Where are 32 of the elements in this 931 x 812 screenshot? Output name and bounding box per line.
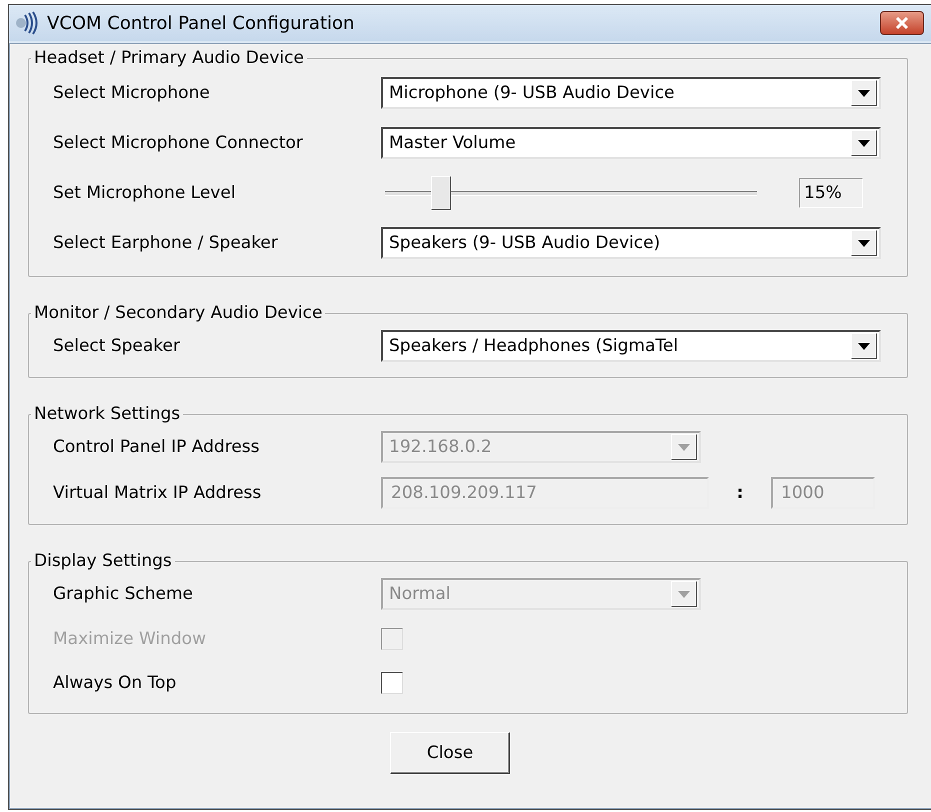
field-label: Control Panel IP Address [53, 437, 260, 457]
field-label: Select Microphone Connector [53, 133, 304, 153]
dropdown-arrow-icon [858, 140, 870, 146]
dropdown-arrow-icon [678, 590, 690, 598]
field-label: Graphic Scheme [53, 584, 194, 604]
field-label: Set Microphone Level [53, 183, 237, 203]
dropdown[interactable]: Speakers (9- USB Audio Device) [381, 227, 881, 259]
group-title: Monitor / Secondary Audio Device [33, 303, 324, 323]
checkbox[interactable] [381, 672, 403, 694]
close-button[interactable] [880, 11, 924, 35]
field-label: Maximize Window [53, 629, 207, 649]
field-label: Select Speaker [53, 336, 181, 356]
field-label: Virtual Matrix IP Address [53, 483, 262, 503]
field-label: Select Earphone / Speaker [53, 233, 279, 253]
group-title: Display Settings [33, 551, 173, 571]
field-label: Always On Top [53, 673, 178, 693]
dropdown[interactable]: Master Volume [381, 127, 881, 159]
dropdown-arrow-icon [858, 90, 870, 96]
dropdown-arrow-icon [858, 240, 870, 246]
group-title: Network Settings [33, 404, 182, 424]
window-title: VCOM Control Panel Configuration [47, 12, 356, 34]
group-title: Headset / Primary Audio Device [33, 48, 305, 68]
level-reading: 15% [799, 178, 863, 208]
port-separator: : [736, 483, 744, 503]
close-dialog-button[interactable]: Close [390, 732, 510, 774]
dropdown-arrow-icon [678, 444, 690, 450]
dropdown-arrow-icon [858, 342, 870, 350]
slider-thumb[interactable] [430, 176, 451, 210]
dropdown[interactable]: Microphone (9- USB Audio Device [381, 77, 881, 109]
field-label: Select Microphone [53, 83, 211, 103]
close-icon [895, 17, 909, 29]
dropdown[interactable]: Speakers / Headphones (SigmaTel [381, 330, 881, 362]
